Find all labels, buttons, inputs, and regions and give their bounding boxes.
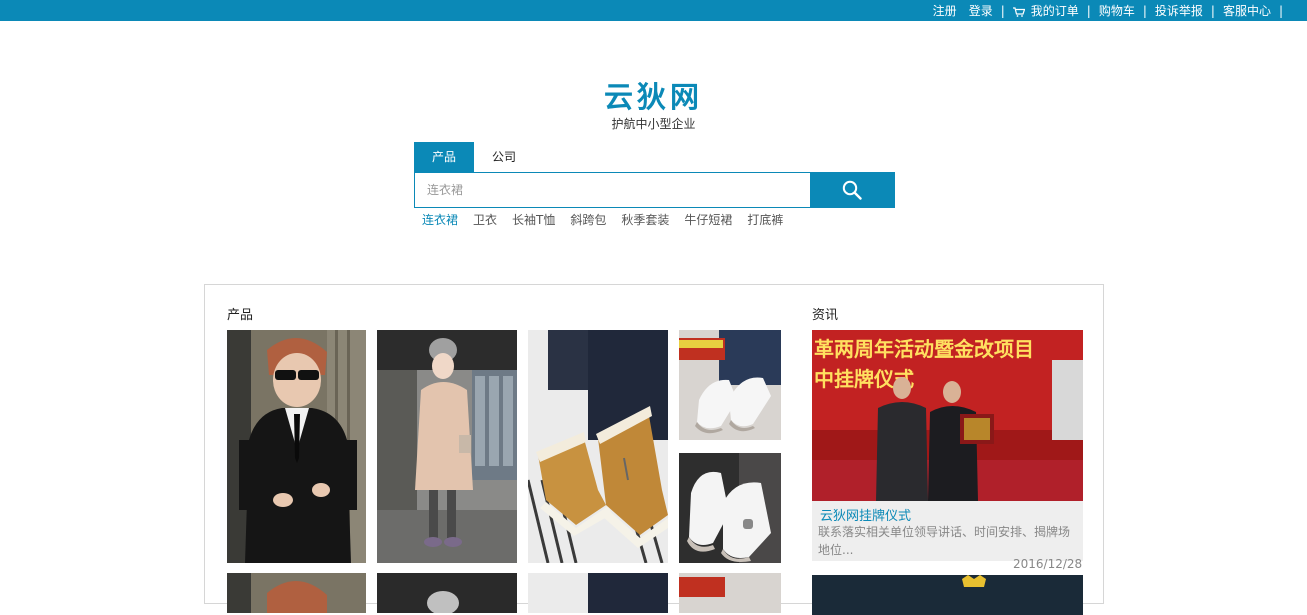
products-title: 产品 — [227, 308, 254, 323]
customer-service-link[interactable]: 客服中心 — [1217, 2, 1277, 19]
product-image-suit[interactable] — [227, 330, 366, 563]
my-orders-label: 我的订单 — [1030, 4, 1079, 18]
news-item-desc: 联系落实相关单位领导讲话、时间安排、揭牌场地位... — [818, 525, 1071, 557]
news-title: 资讯 — [812, 308, 839, 323]
nav-separator: | — [1142, 3, 1147, 18]
news-caption: 云狄网挂牌仪式 联系落实相关单位领导讲话、时间安排、揭牌场地位... — [812, 501, 1083, 561]
news-item-title[interactable]: 云狄网挂牌仪式 — [820, 505, 911, 524]
news-banner-line-1: 革两周年活动暨金改项目 — [814, 337, 1034, 361]
register-link[interactable]: 注册 — [927, 2, 963, 19]
hot-keyword[interactable]: 长袖T恤 — [512, 211, 555, 228]
search-box — [414, 172, 895, 208]
nav-separator: | — [1000, 3, 1005, 18]
my-orders-link[interactable]: 我的订单 — [1007, 2, 1085, 19]
cart-icon — [1012, 6, 1025, 17]
hot-keyword[interactable]: 斜跨包 — [570, 211, 606, 228]
product-image-row2-4[interactable] — [679, 573, 781, 613]
complaint-link[interactable]: 投诉举报 — [1149, 2, 1209, 19]
search-button[interactable] — [810, 173, 894, 207]
search-icon — [842, 180, 862, 200]
search-tabs: 产品 公司 — [414, 142, 534, 172]
news-image[interactable]: 革两周年活动暨金改项目 中挂牌仪式 — [812, 330, 1083, 501]
product-image-hightop[interactable] — [679, 453, 781, 563]
tab-products[interactable]: 产品 — [414, 142, 474, 172]
cart-link[interactable]: 购物车 — [1093, 2, 1141, 19]
product-image-row2-3[interactable] — [528, 573, 668, 613]
content-panel: 产品 资讯 革两周年活动暨金改项目 中挂牌仪式 云狄网挂牌仪式 联系落实相关单位… — [204, 284, 1104, 615]
login-link[interactable]: 登录 — [963, 2, 999, 19]
site-slogan: 护航中小型企业 — [611, 117, 696, 131]
hot-keyword[interactable]: 卫衣 — [473, 211, 497, 228]
news-item-date: 2016/12/28 — [1013, 557, 1083, 571]
product-image-sneakers[interactable] — [679, 330, 781, 440]
product-image-row2-2[interactable] — [377, 573, 517, 613]
hot-keyword[interactable]: 连衣裙 — [422, 211, 458, 228]
hot-keyword[interactable]: 秋季套装 — [621, 211, 669, 228]
hot-keyword[interactable]: 牛仔短裙 — [684, 211, 732, 228]
top-bar: 注册 登录 | 我的订单 | 购物车 | 投诉举报 | 客服中心 | — [0, 0, 1307, 21]
top-nav: 注册 登录 | 我的订单 | 购物车 | 投诉举报 | 客服中心 | — [927, 0, 1285, 21]
nav-separator: | — [1086, 3, 1091, 18]
news-image-2[interactable] — [812, 575, 1083, 615]
product-image-coat[interactable] — [377, 330, 517, 563]
search-input[interactable] — [415, 173, 811, 207]
site-logo[interactable]: 云狄网 — [0, 80, 1307, 114]
hot-keyword[interactable]: 打底裤 — [747, 211, 783, 228]
tab-companies[interactable]: 公司 — [474, 142, 534, 172]
nav-separator: | — [1210, 3, 1215, 18]
product-image-boots[interactable] — [528, 330, 668, 563]
nav-separator: | — [1278, 3, 1283, 18]
product-image-row2-1[interactable] — [227, 573, 366, 613]
hot-keywords: 连衣裙 卫衣 长袖T恤 斜跨包 秋季套装 牛仔短裙 打底裤 — [422, 211, 798, 228]
